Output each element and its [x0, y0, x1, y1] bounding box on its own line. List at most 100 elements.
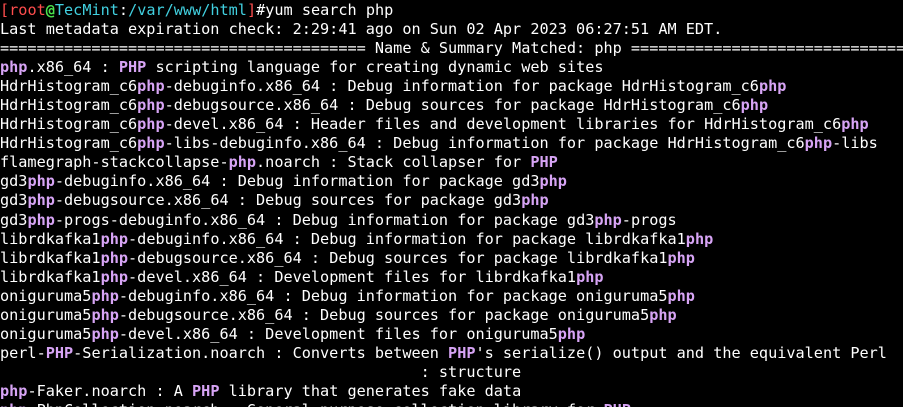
output-text: -debuginfo.x86_64 : Debug information fo… [118, 286, 668, 305]
output-text: -progs [621, 210, 677, 229]
output-text: library that generates fake data [219, 381, 522, 400]
output-line: php-Faker.noarch : A PHP library that ge… [0, 382, 903, 401]
match-highlight: php [91, 286, 119, 305]
prompt-host: TecMint [54, 1, 119, 19]
output-text: -devel.x86_64 : Header files and develop… [164, 115, 842, 134]
match-highlight: php [100, 229, 129, 248]
prompt-close-bracket: ] [246, 1, 257, 19]
match-highlight: php [0, 58, 28, 77]
match-highlight: php [27, 172, 55, 191]
output-line: oniguruma5php-debuginfo.x86_64 : Debug i… [0, 287, 903, 306]
output-text: Last metadata expiration check: 2:29:41 … [0, 20, 723, 39]
output-text: librdkafka1 [0, 229, 101, 248]
output-text: librdkafka1 [0, 248, 101, 267]
match-highlight: php [137, 77, 165, 96]
output-text: -Faker.noarch : A [27, 381, 193, 400]
match-highlight: php [521, 191, 549, 210]
match-highlight: php [100, 267, 129, 286]
output-text: -debuginfo.x86_64 : Debug information fo… [128, 229, 686, 248]
match-highlight: php [576, 267, 604, 286]
match-highlight: php [27, 191, 55, 210]
match-highlight: php [649, 305, 677, 324]
match-highlight: php [557, 324, 586, 343]
match-highlight: PHP [45, 343, 74, 362]
output-line: php-PhpCollection.noarch : General purpo… [0, 401, 903, 407]
output-line: gd3php-progs-debuginfo.x86_64 : Debug in… [0, 211, 903, 230]
output-text: gd3 [0, 210, 28, 229]
output-text: -devel.x86_64 : Development files for on… [118, 324, 558, 343]
output-line: librdkafka1php-debugsource.x86_64 : Debu… [0, 249, 903, 268]
output-text: oniguruma5 [0, 324, 92, 343]
match-highlight: php [91, 305, 119, 324]
prompt-line: [root@TecMint:/var/www/html]#yum search … [0, 1, 903, 20]
output-text: : structure [0, 362, 522, 381]
match-highlight: php [0, 381, 28, 400]
output-line: ========================================… [0, 39, 903, 58]
output-text: -debugsource.x86_64 : Debug sources for … [128, 248, 668, 267]
match-highlight: php [685, 229, 714, 248]
prompt-at: @ [45, 1, 55, 19]
output-text: .noarch : Stack collapser for [256, 153, 531, 172]
output-line: HdrHistogram_c6php-debugsource.x86_64 : … [0, 96, 903, 115]
terminal-window[interactable]: [root@TecMint:/var/www/html]#yum search … [0, 0, 903, 407]
output-text: HdrHistogram_c6 [0, 115, 138, 134]
output-text: gd3 [0, 191, 28, 210]
output-line: php.x86_64 : PHP scripting language for … [0, 58, 903, 77]
match-highlight: php [100, 248, 129, 267]
output-text: gd3 [0, 172, 28, 191]
output-line: Last metadata expiration check: 2:29:41 … [0, 20, 903, 39]
output-text: .x86_64 : [27, 58, 119, 77]
output-line: HdrHistogram_c6php-devel.x86_64 : Header… [0, 115, 903, 134]
output-text: -libs [832, 134, 878, 153]
output-text: -debuginfo.x86_64 : Debug information fo… [54, 172, 540, 191]
match-highlight: php [137, 96, 165, 115]
output-text: librdkafka1 [0, 267, 101, 286]
match-highlight: php [594, 210, 622, 229]
output-line: gd3php-debugsource.x86_64 : Debug source… [0, 191, 903, 210]
output-line: HdrHistogram_c6php-debuginfo.x86_64 : De… [0, 77, 903, 96]
prompt-user: root [9, 1, 46, 19]
output-line: gd3php-debuginfo.x86_64 : Debug informat… [0, 172, 903, 191]
output-line: perl-PHP-Serialization.noarch : Converts… [0, 344, 903, 363]
match-highlight: php [539, 172, 567, 191]
match-highlight: php [137, 134, 165, 153]
output-line: librdkafka1php-devel.x86_64 : Developmen… [0, 268, 903, 287]
output-text: -Serialization.noarch : Converts between [73, 343, 449, 362]
output-text: HdrHistogram_c6 [0, 77, 138, 96]
match-highlight: php [804, 134, 833, 153]
output-line: HdrHistogram_c6php-libs-debuginfo.x86_64… [0, 134, 903, 153]
output-text: ========================================… [0, 39, 903, 58]
output-text: -libs-debuginfo.x86_64 : Debug informati… [164, 134, 805, 153]
match-highlight: php [91, 324, 119, 343]
output-text: oniguruma5 [0, 305, 92, 324]
match-highlight: PHP [118, 58, 147, 77]
prompt-open-bracket: [ [0, 1, 10, 19]
prompt-colon: : [118, 1, 129, 19]
match-highlight: PHP [448, 343, 476, 362]
match-highlight: PHP [192, 381, 220, 400]
output-text: perl- [0, 343, 46, 362]
command-output: Last metadata expiration check: 2:29:41 … [0, 20, 903, 407]
match-highlight: php [228, 153, 257, 172]
output-line: flamegraph-stackcollapse-php.noarch : St… [0, 153, 903, 172]
output-text: scripting language for creating dynamic … [146, 58, 604, 77]
output-text: -debugsource.x86_64 : Debug sources for … [118, 305, 650, 324]
match-highlight: php [0, 401, 27, 407]
output-text: -debugsource.x86_64 : Debug sources for … [164, 96, 741, 115]
match-highlight: PHP [604, 401, 631, 407]
output-line: : structure [0, 363, 903, 382]
match-highlight: php [27, 210, 55, 229]
match-highlight: php [740, 96, 769, 115]
output-line: librdkafka1php-debuginfo.x86_64 : Debug … [0, 230, 903, 249]
output-text: -PhpCollection.noarch : General purpose … [27, 401, 603, 407]
output-text: 's serialize() output and the equivalent… [475, 343, 887, 362]
output-text: -debuginfo.x86_64 : Debug information fo… [164, 77, 759, 96]
output-text: oniguruma5 [0, 286, 92, 305]
output-text: -debugsource.x86_64 : Debug sources for … [54, 191, 522, 210]
command-text: yum search php [265, 1, 394, 19]
output-text: -progs-debuginfo.x86_64 : Debug informat… [54, 210, 595, 229]
output-text: flamegraph-stackcollapse- [0, 153, 229, 172]
match-highlight: php [667, 286, 695, 305]
match-highlight: PHP [530, 153, 558, 172]
output-line: oniguruma5php-debugsource.x86_64 : Debug… [0, 306, 903, 325]
